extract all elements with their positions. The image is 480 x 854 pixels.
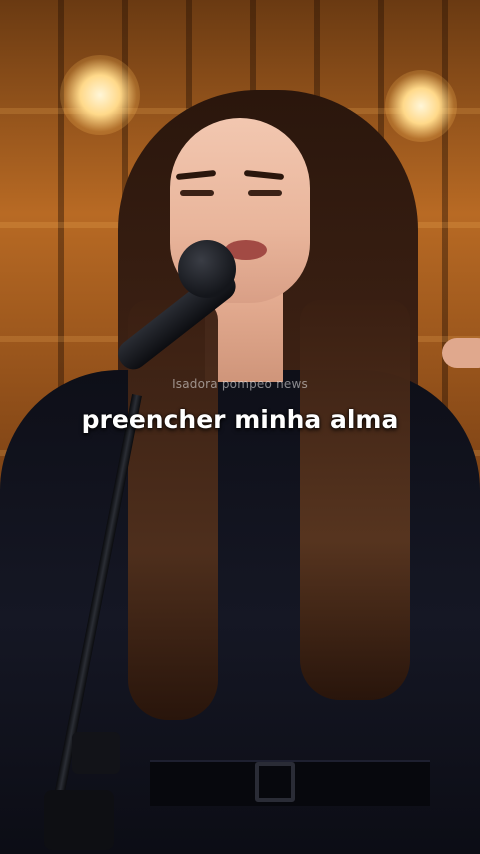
singer-left-eye-closed [180,190,214,196]
singer-hair-front-right [300,300,410,700]
video-frame[interactable]: Isadora pompeo news preencher minha alma [0,0,480,854]
stage-light-left [60,55,140,135]
belt-buckle [255,762,295,802]
microphone-grille [178,240,236,298]
stage-light-right [385,70,457,142]
singer-right-eye-closed [248,190,282,196]
microphone-stand-clamp [72,732,120,774]
channel-watermark: Isadora pompeo news [172,377,308,391]
singer-right-hand [442,338,480,368]
microphone-stand-base [44,790,114,850]
lyrics-caption: preencher minha alma [81,405,399,434]
